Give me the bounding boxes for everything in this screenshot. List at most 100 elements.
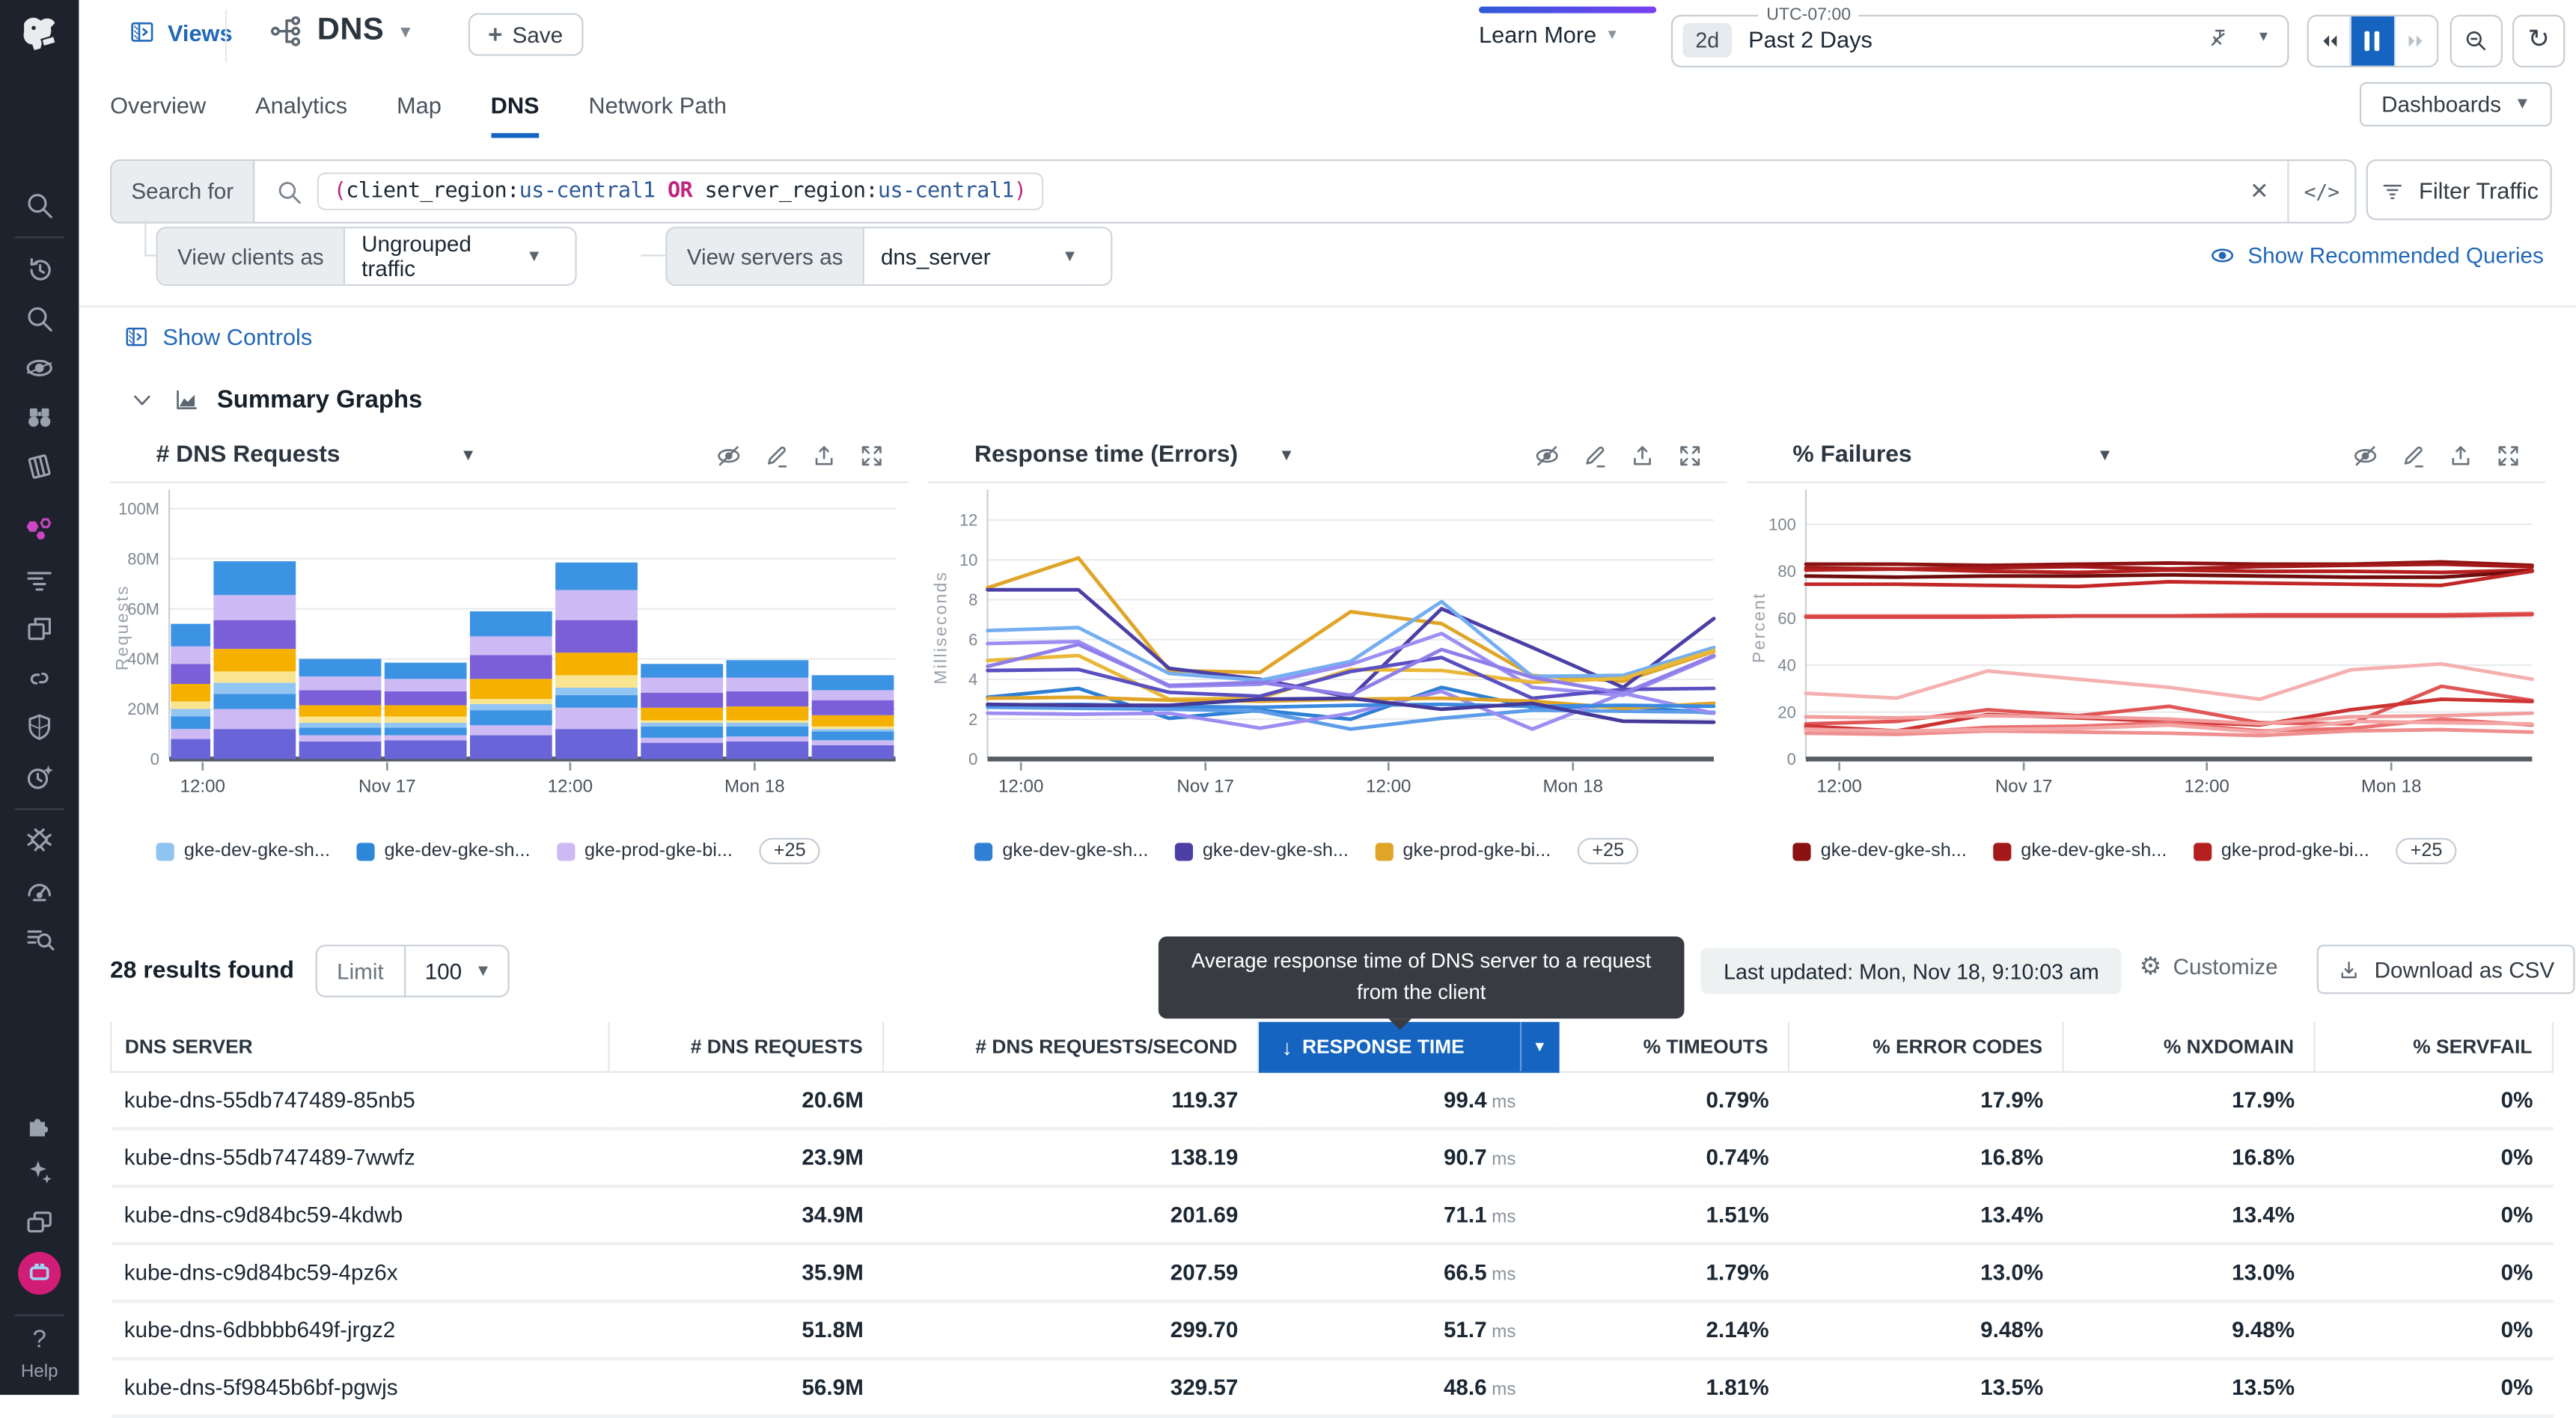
failures-chart[interactable]: 02040608010012:00Nov 1712:00Mon 18Percen… [1747,483,2545,831]
dashboards-button[interactable]: Dashboards ▼ [2360,82,2552,126]
tab-dns[interactable]: DNS [491,73,540,138]
tab-analytics[interactable]: Analytics [255,73,347,138]
pause-button[interactable] [2350,16,2393,66]
column-header-servfail[interactable]: % SERVFAIL [2315,1022,2553,1072]
legend-item[interactable]: gke-dev-gke-sh... [1175,841,1349,861]
avatar[interactable] [18,1252,61,1295]
chevron-down-icon[interactable]: ▾ [2259,28,2268,46]
sidebar-bug[interactable] [0,818,79,864]
sidebar-binoculars[interactable] [0,394,79,440]
cell-value: 201.69 [883,1186,1258,1244]
legend-item[interactable]: gke-dev-gke-sh... [974,841,1148,861]
clear-search-icon[interactable]: ✕ [2232,177,2288,205]
step-forward-button[interactable] [2393,16,2437,66]
legend-item[interactable]: gke-prod-gke-bi... [557,841,733,861]
legend-item[interactable]: gke-dev-gke-sh... [1792,841,1966,861]
chevron-down-icon[interactable]: ▼ [460,446,477,464]
expand-icon[interactable] [1676,441,1704,469]
chevron-down-icon[interactable]: ▾ [400,19,410,43]
edit-pencil-icon[interactable] [1581,441,1608,469]
show-controls-link[interactable]: Show Controls [123,324,313,350]
view-servers-select[interactable]: dns_server ▼ [864,228,1111,284]
legend-item[interactable]: gke-dev-gke-sh... [156,841,330,861]
dns-requests-chart[interactable]: 020M40M60M80M100M12:00Nov 1712:00Mon 18R… [110,483,909,831]
hide-eye-slash-icon[interactable] [1533,441,1560,469]
code-toggle-button[interactable]: </> [2287,161,2354,221]
edit-pencil-icon[interactable] [2399,441,2427,469]
table-row[interactable]: kube-dns-c9d84bc59-4pz6x35.9M207.5966.5m… [111,1244,2553,1301]
sidebar-metrics[interactable] [0,296,79,341]
hide-eye-slash-icon[interactable] [2351,441,2379,469]
legend-item[interactable]: gke-prod-gke-bi... [2194,841,2369,861]
sidebar-link[interactable] [0,655,79,701]
views-button[interactable]: Views [128,18,232,46]
summary-graphs-header[interactable]: Summary Graphs [128,386,422,414]
zoom-out-button[interactable] [2450,15,2503,67]
column-header-dns-requests-second[interactable]: # DNS REQUESTS/SECOND [883,1022,1258,1072]
hide-eye-slash-icon[interactable] [715,441,742,469]
sidebar-history[interactable] [0,246,79,292]
column-header-dns-requests[interactable]: # DNS REQUESTS [608,1022,883,1072]
query-chip[interactable]: (client_region:us-central1 OR server_reg… [317,173,1043,210]
sidebar-search[interactable] [0,183,79,228]
sidebar-search-lines[interactable] [0,917,79,962]
help-label[interactable]: Help [0,1362,79,1381]
sidebar-security[interactable] [0,705,79,751]
sidebar-clock-sparkle[interactable] [0,754,79,800]
limit-select[interactable]: Limit 100 ▼ [316,944,510,997]
user-avatar[interactable] [0,1250,79,1296]
download-csv-button[interactable]: Download as CSV [2317,944,2575,994]
export-icon[interactable] [2447,441,2474,469]
show-recommended-queries-link[interactable]: Show Recommended Queries [2209,242,2544,269]
save-button[interactable]: + Save [468,13,583,56]
sidebar-help[interactable]: ? [0,1316,79,1362]
tab-network-path[interactable]: Network Path [588,73,727,138]
step-back-button[interactable] [2309,16,2351,66]
column-header-timeouts[interactable]: % TIMEOUTS [1559,1022,1789,1072]
tab-overview[interactable]: Overview [110,73,206,138]
chevron-down-icon[interactable]: ▼ [2097,446,2113,464]
legend-more-badge[interactable]: +25 [1577,838,1638,864]
legend-item[interactable]: gke-prod-gke-bi... [1375,841,1551,861]
edit-pencil-icon[interactable] [763,441,790,469]
bar-segment [385,723,467,728]
sidebar-layers[interactable] [0,444,79,489]
view-clients-select[interactable]: Ungrouped traffic ▼ [345,228,575,284]
pin-icon[interactable] [2205,26,2231,52]
refresh-button[interactable]: ↻ [2512,15,2565,67]
legend-item[interactable]: gke-dev-gke-sh... [356,841,530,861]
sidebar-network[interactable] [0,507,79,553]
column-header-dns-server[interactable]: DNS SERVER [111,1022,608,1072]
table-row[interactable]: kube-dns-6dbbbb649f-jrgz251.8M299.7051.7… [111,1301,2553,1359]
chevron-down-icon[interactable]: ▼ [1278,446,1295,464]
expand-icon[interactable] [2494,441,2522,469]
chevron-down-icon[interactable]: ▼ [1522,1039,1557,1055]
time-range-picker[interactable]: UTC-07:00 2d Past 2 Days ▾ [1671,15,2289,67]
learn-more-dropdown[interactable]: Learn More ▾ [1479,22,1617,48]
table-row[interactable]: kube-dns-c9d84bc59-4kdwb34.9M201.6971.1m… [111,1186,2553,1244]
sidebar-integrations[interactable] [0,1102,79,1148]
column-header-nxdomain[interactable]: % NXDOMAIN [2063,1022,2315,1072]
customize-button[interactable]: ⚙ Customize [2140,955,2278,980]
tab-map[interactable]: Map [397,73,442,138]
column-header-error-codes[interactable]: % ERROR CODES [1789,1022,2063,1072]
sidebar-stacked-windows[interactable] [0,1200,79,1245]
sidebar-windows[interactable] [0,606,79,652]
filter-traffic-button[interactable]: Filter Traffic [2366,159,2552,220]
legend-more-badge[interactable]: +25 [2396,838,2457,864]
sidebar-gauge[interactable] [0,867,79,913]
legend-more-badge[interactable]: +25 [759,838,820,864]
expand-icon[interactable] [858,441,885,469]
sidebar-logs[interactable] [0,557,79,602]
search-bar[interactable]: Search for (client_region:us-central1 OR… [110,159,2356,224]
table-row[interactable]: kube-dns-5f9845b6bf-pgwjs56.9M329.5748.6… [111,1359,2553,1417]
table-row[interactable]: kube-dns-55db747489-85nb520.6M119.3799.4… [111,1072,2553,1129]
ms-suffix: ms [1492,1092,1516,1112]
legend-item[interactable]: gke-dev-gke-sh... [1993,841,2167,861]
sidebar-sparkles[interactable] [0,1150,79,1196]
export-icon[interactable] [1629,441,1656,469]
sidebar-watch-eye[interactable] [0,345,79,391]
export-icon[interactable] [810,441,837,469]
response-time-chart[interactable]: 02468101212:00Nov 1712:00Mon 18Milliseco… [929,483,1727,831]
table-row[interactable]: kube-dns-55db747489-7wwfz23.9M138.1990.7… [111,1128,2553,1186]
